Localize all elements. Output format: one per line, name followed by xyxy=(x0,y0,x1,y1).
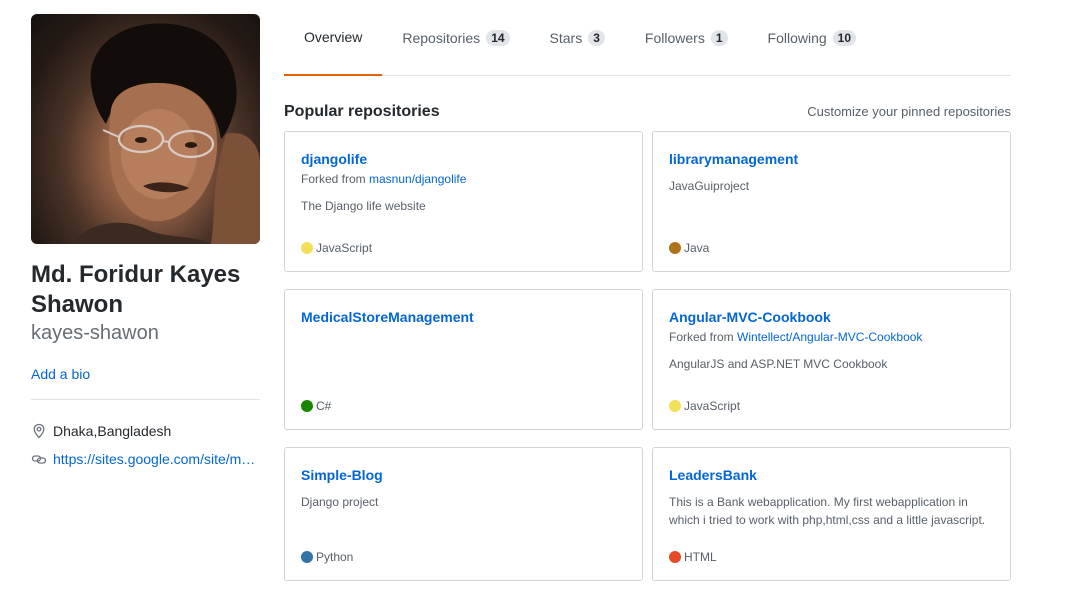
language-name: JavaScript xyxy=(684,399,741,413)
tab-repositories[interactable]: Repositories 14 xyxy=(382,0,529,76)
tab-following[interactable]: Following 10 xyxy=(748,0,877,76)
avatar[interactable] xyxy=(31,14,260,244)
language-color-dot xyxy=(301,551,313,563)
website-link[interactable]: https://sites.google.com/site/m… xyxy=(53,451,255,467)
repo-language: C# xyxy=(301,399,331,413)
add-bio-link[interactable]: Add a bio xyxy=(31,366,260,382)
profile-tabs: Overview Repositories 14 Stars 3 Followe… xyxy=(284,0,1011,76)
language-name: HTML xyxy=(684,550,717,564)
tab-label: Following xyxy=(767,30,827,46)
fork-source-link[interactable]: Wintellect/Angular-MVC-Cookbook xyxy=(737,330,922,344)
website-detail: https://sites.google.com/site/m… xyxy=(31,450,260,468)
sidebar-divider xyxy=(31,399,260,400)
repo-language: JavaScript xyxy=(301,241,372,255)
profile-name: Md. Foridur Kayes Shawon xyxy=(31,261,241,318)
fork-info: Forked from masnun/djangolife xyxy=(301,171,626,187)
location-text: Dhaka,Bangladesh xyxy=(53,423,172,439)
fork-prefix: Forked from xyxy=(301,172,370,186)
repo-card: Simple-Blog Django project Python xyxy=(284,447,643,581)
language-color-dot xyxy=(669,551,681,563)
tab-followers[interactable]: Followers 1 xyxy=(625,0,748,76)
tab-count: 1 xyxy=(710,30,728,46)
repo-description: Django project xyxy=(301,495,379,509)
repo-name-link[interactable]: Simple-Blog xyxy=(301,466,626,484)
location-detail: Dhaka,Bangladesh xyxy=(31,422,260,440)
repo-name-link[interactable]: librarymanagement xyxy=(669,150,994,168)
fork-source-link[interactable]: masnun/djangolife xyxy=(369,172,466,186)
repo-card: LeadersBank This is a Bank webapplicatio… xyxy=(652,447,1011,581)
repo-card: djangolife Forked from masnun/djangolife… xyxy=(284,131,643,272)
tab-label: Stars xyxy=(549,30,583,46)
tab-label: Followers xyxy=(644,30,705,46)
repo-language: Python xyxy=(301,550,353,564)
language-name: C# xyxy=(316,399,332,413)
tab-label: Overview xyxy=(304,29,363,45)
location-pin-icon xyxy=(33,423,45,439)
repo-name-link[interactable]: MedicalStoreManagement xyxy=(301,308,626,326)
language-color-dot xyxy=(669,400,681,412)
popular-header: Popular repositories Customize your pinn… xyxy=(284,103,1011,121)
repo-language: HTML xyxy=(669,550,717,564)
avatar-photo xyxy=(71,23,260,244)
repo-card: Angular-MVC-Cookbook Forked from Wintell… xyxy=(652,289,1011,430)
language-name: Java xyxy=(684,241,710,255)
repo-name-link[interactable]: Angular-MVC-Cookbook xyxy=(669,308,994,326)
language-color-dot xyxy=(301,400,313,412)
pinned-grid: djangolife Forked from masnun/djangolife… xyxy=(284,131,1011,581)
tab-count: 3 xyxy=(588,30,605,46)
repo-description: AngularJS and ASP.NET MVC Cookbook xyxy=(669,357,888,371)
repo-description: The Django life website xyxy=(301,199,426,213)
tab-label: Repositories xyxy=(402,30,481,46)
repo-description: This is a Bank webapplication. My first … xyxy=(669,495,986,527)
repo-language: JavaScript xyxy=(669,399,740,413)
repo-card: librarymanagement JavaGuiproject Java xyxy=(652,131,1011,272)
profile-sidebar: Md. Foridur Kayes Shawon kayes-shawon Ad… xyxy=(31,14,260,468)
profile-main: Overview Repositories 14 Stars 3 Followe… xyxy=(284,0,1011,581)
language-name: JavaScript xyxy=(316,241,373,255)
fork-prefix: Forked from xyxy=(669,330,738,344)
language-color-dot xyxy=(301,242,313,254)
repo-name-link[interactable]: LeadersBank xyxy=(669,466,994,484)
popular-title: Popular repositories xyxy=(284,103,440,120)
repo-language: Java xyxy=(669,241,709,255)
profile-login: kayes-shawon xyxy=(31,322,159,344)
tab-stars[interactable]: Stars 3 xyxy=(530,0,625,76)
fork-info: Forked from Wintellect/Angular-MVC-Cookb… xyxy=(669,329,994,345)
repo-name-link[interactable]: djangolife xyxy=(301,150,626,168)
language-color-dot xyxy=(669,242,681,254)
tab-count: 10 xyxy=(832,30,857,46)
customize-pins-link[interactable]: Customize your pinned repositories xyxy=(807,104,1011,119)
tab-count: 14 xyxy=(486,30,510,46)
repo-card: MedicalStoreManagement C# xyxy=(284,289,643,430)
link-icon xyxy=(31,455,47,464)
language-name: Python xyxy=(316,550,354,564)
repo-description: JavaGuiproject xyxy=(669,179,750,193)
tab-overview[interactable]: Overview xyxy=(284,0,383,76)
